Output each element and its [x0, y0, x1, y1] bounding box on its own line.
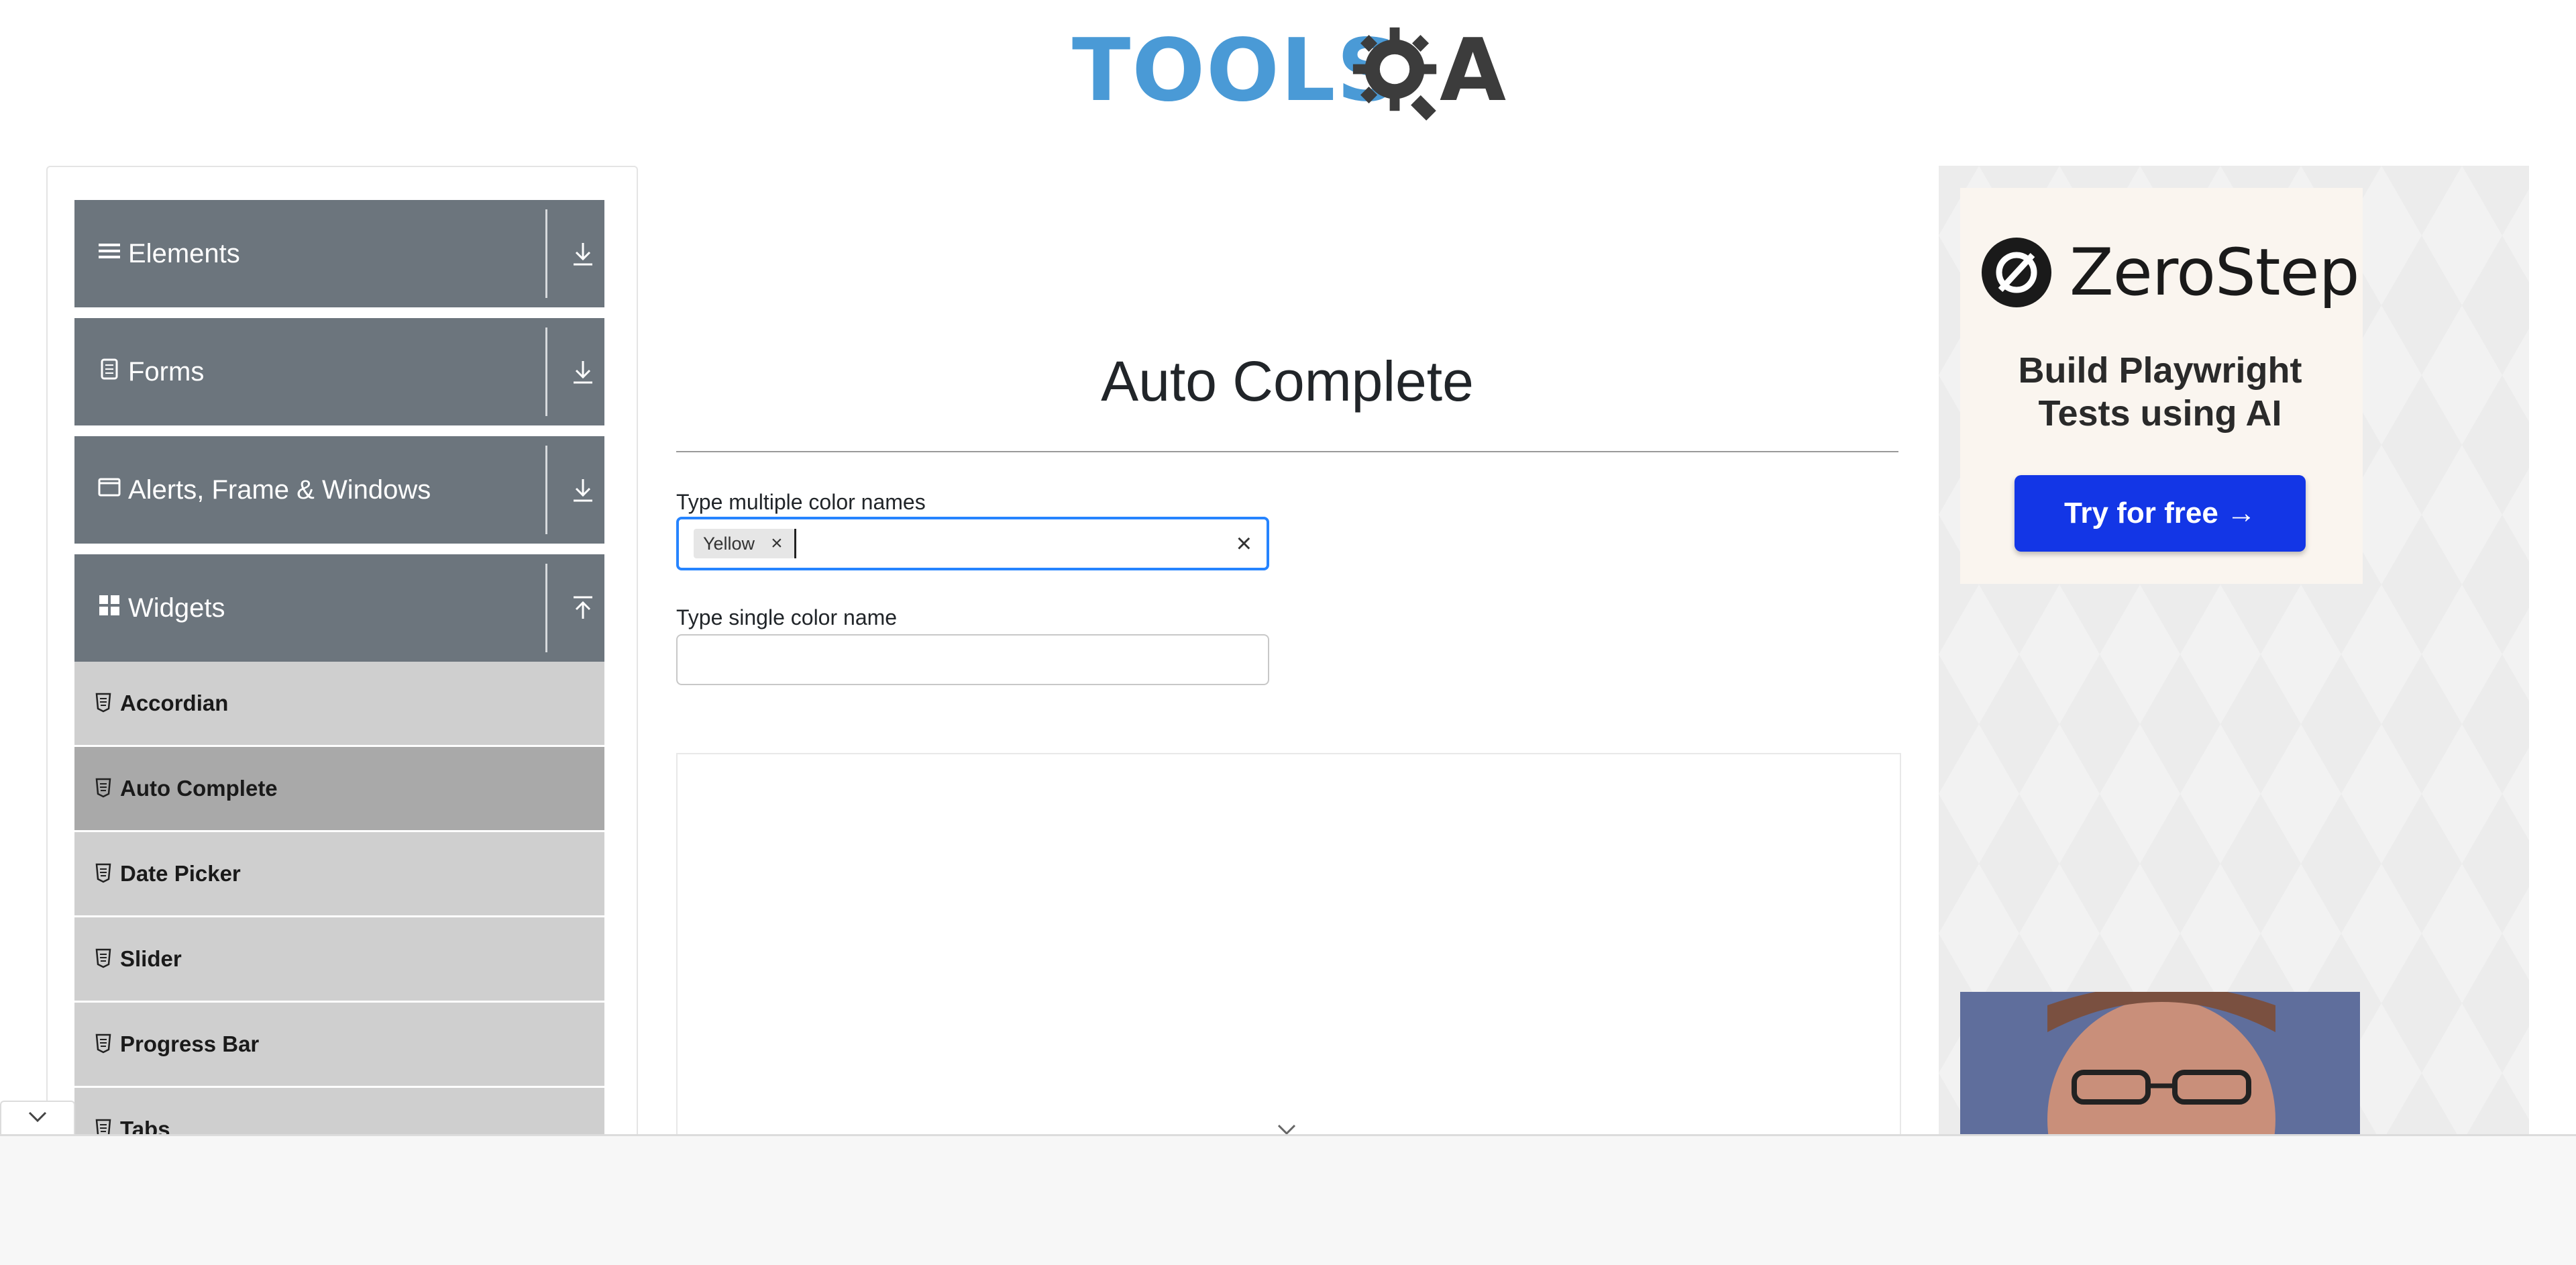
- sidebar-group-label: Forms: [128, 357, 205, 387]
- sidebar-item-date-picker[interactable]: Date Picker: [74, 832, 604, 917]
- title-divider: [676, 451, 1898, 452]
- hamburger-icon: [99, 244, 120, 258]
- divider: [545, 209, 547, 298]
- sidebar-group-label: Alerts, Frame & Windows: [128, 475, 431, 505]
- bottom-bar-toggle[interactable]: [0, 1101, 75, 1134]
- sidebar-group-widgets[interactable]: Widgets: [74, 554, 604, 662]
- shield-icon: [95, 948, 111, 968]
- shield-icon: [95, 1033, 111, 1054]
- shield-icon: [95, 778, 111, 798]
- expand-icon[interactable]: [570, 239, 596, 268]
- tagline-line: Tests using AI: [2038, 393, 2282, 434]
- sidebar-group-forms[interactable]: Forms: [74, 318, 604, 425]
- person-image: [1960, 992, 2360, 1134]
- sidebar-item-label: Slider: [120, 946, 182, 971]
- grid-icon: [99, 595, 119, 615]
- gear-icon: [1352, 27, 1437, 121]
- try-for-free-button[interactable]: Try for free →: [2015, 475, 2306, 552]
- bottom-ad-bar: [0, 1134, 2576, 1265]
- chevron-down-icon: [28, 1111, 47, 1123]
- zerostep-brand: ZeroStep: [2070, 235, 2359, 310]
- color-chip: Yellow ×: [694, 529, 795, 558]
- toolsqa-logo[interactable]: TOOLS A: [1072, 20, 1508, 122]
- sidebar-item-label: Date Picker: [120, 861, 241, 886]
- single-color-label: Type single color name: [676, 605, 898, 629]
- expand-icon[interactable]: [570, 357, 596, 387]
- shield-icon: [95, 863, 111, 883]
- chip-remove-icon[interactable]: ×: [771, 529, 783, 558]
- divider: [545, 327, 547, 416]
- divider: [545, 446, 547, 534]
- sidebar-item-auto-complete[interactable]: Auto Complete: [74, 747, 604, 832]
- zerostep-tagline: Build Playwright Tests using AI: [1986, 349, 2334, 435]
- sidebar-item-accordian[interactable]: Accordian: [74, 662, 604, 747]
- sidebar-group-elements[interactable]: Elements: [74, 200, 604, 307]
- logo-a-text: A: [1440, 21, 1508, 121]
- clear-icon[interactable]: ×: [1236, 530, 1252, 557]
- tagline-line: Build Playwright: [2018, 350, 2302, 391]
- expand-icon[interactable]: [570, 475, 596, 505]
- sidebar-item-label: Auto Complete: [120, 776, 278, 801]
- zerostep-logo-icon: [1982, 238, 2051, 307]
- multi-color-input[interactable]: Yellow × ×: [676, 517, 1269, 570]
- video-thumbnail[interactable]: [1960, 992, 2360, 1134]
- sidebar-item-label: Progress Bar: [120, 1031, 260, 1056]
- shield-icon: [95, 693, 111, 713]
- chip-label: Yellow: [703, 534, 755, 554]
- sidebar-item-label: Accordian: [120, 691, 229, 715]
- divider: [545, 564, 547, 652]
- sidebar-group-alerts[interactable]: Alerts, Frame & Windows: [74, 436, 604, 544]
- ad-placeholder: [676, 753, 1901, 1172]
- page-title: Auto Complete: [1101, 350, 1474, 413]
- sidebar-item-progress-bar[interactable]: Progress Bar: [74, 1003, 604, 1088]
- text-caret: [794, 529, 796, 558]
- sidebar-group-label: Elements: [128, 239, 240, 268]
- form-icon: [101, 358, 118, 380]
- collapse-icon[interactable]: [570, 593, 596, 623]
- multi-color-label: Type multiple color names: [676, 490, 926, 514]
- sidebar-group-label: Widgets: [128, 593, 225, 623]
- window-icon: [98, 478, 121, 497]
- single-color-input[interactable]: [676, 634, 1269, 685]
- sidebar-item-slider[interactable]: Slider: [74, 917, 604, 1003]
